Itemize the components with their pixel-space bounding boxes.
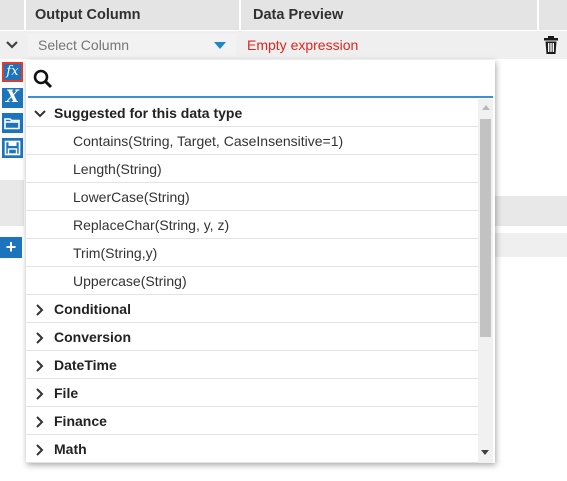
function-item-label: LowerCase(String) [73, 189, 190, 205]
grid-background-row [494, 196, 567, 226]
function-group-label: Suggested for this data type [54, 105, 243, 121]
folder-open-icon [4, 118, 20, 130]
function-search-input[interactable] [60, 66, 484, 92]
open-expression-button[interactable] [2, 113, 23, 133]
search-icon [33, 69, 53, 89]
variable-button[interactable]: X [2, 88, 23, 108]
function-picker-popup: Suggested for this data type Contains(Str… [26, 60, 495, 463]
header-spacer-right [539, 0, 567, 30]
chevron-right-icon[interactable] [34, 444, 46, 456]
function-item[interactable]: Uppercase(String) [26, 267, 478, 295]
function-list-scrollbar[interactable] [478, 99, 493, 463]
function-group[interactable]: Conditional [26, 295, 478, 323]
save-expression-button[interactable] [2, 138, 23, 158]
header-spacer [0, 0, 24, 30]
chevron-down-icon[interactable] [34, 108, 46, 120]
output-column-select[interactable]: Select Column [28, 34, 236, 56]
expression-toolbar: fx X [0, 60, 24, 240]
add-row-button[interactable]: + [0, 237, 22, 258]
search-underline [28, 96, 493, 98]
function-item[interactable]: Trim(String,y) [26, 239, 478, 267]
save-icon [4, 140, 21, 156]
function-item-label: Trim(String,y) [73, 245, 158, 261]
grid-row: Select Column Empty expression [0, 31, 567, 59]
function-group[interactable]: File [26, 379, 478, 407]
chevron-right-icon[interactable] [34, 416, 46, 428]
function-button[interactable]: fx [2, 62, 23, 82]
function-group[interactable]: DateTime [26, 351, 478, 379]
header-data-preview[interactable]: Data Preview [241, 0, 537, 30]
function-group-label: File [54, 385, 79, 401]
select-placeholder: Select Column [38, 37, 130, 53]
function-item-label: ReplaceChar(String, y, z) [73, 217, 230, 233]
chevron-right-icon[interactable] [34, 332, 46, 344]
caret-down-icon [214, 42, 226, 49]
delete-row-button[interactable] [540, 34, 562, 56]
function-item-label: Uppercase(String) [73, 273, 187, 289]
chevron-right-icon[interactable] [34, 360, 46, 372]
function-group[interactable]: Finance [26, 407, 478, 435]
function-search [26, 60, 495, 98]
function-list: Suggested for this data type Contains(Str… [26, 99, 478, 463]
chevron-down-icon [6, 41, 18, 49]
chevron-right-icon[interactable] [34, 304, 46, 316]
trash-icon [544, 36, 558, 54]
function-item[interactable]: LowerCase(String) [26, 183, 478, 211]
function-item[interactable]: ReplaceChar(String, y, z) [26, 211, 478, 239]
scrollbar-thumb[interactable] [480, 119, 491, 337]
data-preview-text: Empty expression [247, 37, 359, 53]
function-group-label: Conversion [54, 329, 132, 345]
variable-icon: X [5, 87, 20, 107]
fx-icon: fx [6, 64, 19, 79]
function-item[interactable]: Contains(String, Target, CaseInsensitive… [26, 127, 478, 155]
row-expander-button[interactable] [0, 31, 24, 59]
scroll-down-arrow-icon[interactable] [481, 450, 489, 455]
scroll-up-arrow-icon[interactable] [482, 105, 490, 110]
function-item-label: Length(String) [73, 161, 162, 177]
function-item-label: Contains(String, Target, CaseInsensitive… [73, 133, 344, 149]
function-group-label: Finance [54, 413, 107, 429]
function-group-label: Conditional [54, 301, 131, 317]
function-group[interactable]: Suggested for this data type [26, 99, 478, 127]
function-group-label: DateTime [54, 357, 117, 373]
function-group[interactable]: Conversion [26, 323, 478, 351]
header-output-column[interactable]: Output Column [26, 0, 239, 30]
grid-header: Output Column Data Preview [0, 0, 567, 30]
function-item[interactable]: Length(String) [26, 155, 478, 183]
chevron-right-icon[interactable] [34, 388, 46, 400]
function-group[interactable]: Math [26, 435, 478, 463]
function-group-label: Math [54, 441, 87, 457]
